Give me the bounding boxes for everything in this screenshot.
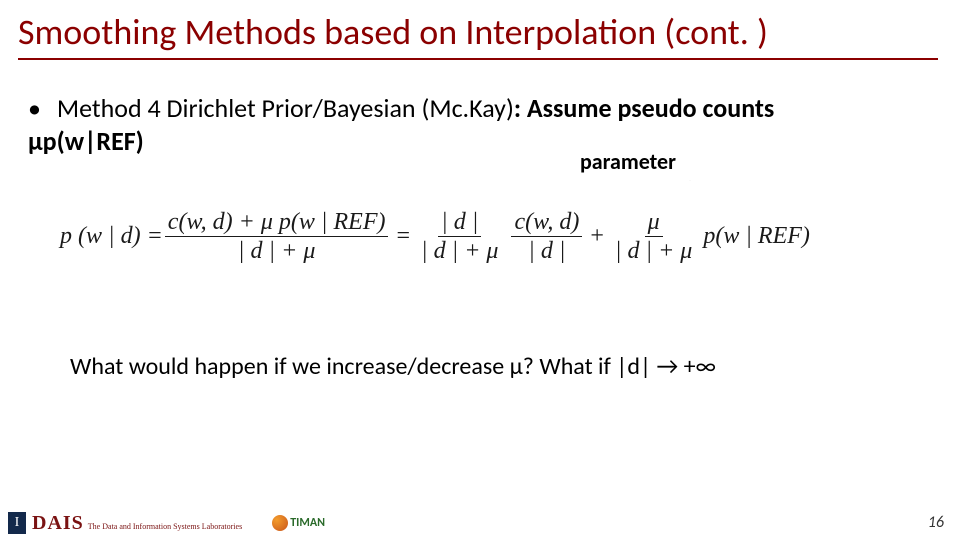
equation: p (w | d) = c(w, d) + μ p(w | REF) | d |…	[60, 210, 810, 263]
footer: I DAIS The Data and Information Systems …	[0, 506, 960, 540]
eq-frac2-den: | d | + μ	[418, 237, 501, 263]
parameter-pointer-line	[650, 180, 730, 181]
bullet-lead: Method 4 Dirichlet Prior/Bayesian (Mc.Ka…	[57, 92, 514, 124]
illinois-logo: I DAIS The Data and Information Systems …	[8, 512, 242, 535]
dais-subtitle: The Data and Information Systems Laborat…	[88, 522, 242, 531]
eq-frac4-den: | d | + μ	[612, 237, 695, 263]
eq-frac4-num: μ	[645, 210, 663, 237]
bullet-item: • Method 4 Dirichlet Prior/Bayesian (Mc.…	[28, 92, 930, 157]
slide-title: Smoothing Methods based on Interpolation…	[18, 10, 768, 54]
bullet-marker: •	[28, 92, 41, 125]
dais-logo: DAIS The Data and Information Systems La…	[32, 512, 242, 535]
bullet-line2: μp(w|REF)	[28, 125, 144, 157]
eq-frac2: | d | | d | + μ	[418, 210, 501, 263]
bullet-colon: :	[514, 92, 527, 124]
bullet-bold-tail: Assume pseudo counts	[527, 92, 774, 124]
question-text: What would happen if we increase/decreas…	[70, 352, 716, 381]
eq-frac4: μ | d | + μ	[612, 210, 695, 263]
dais-text: DAIS	[32, 512, 84, 535]
illinois-i-icon: I	[8, 512, 26, 534]
eq-frac3: c(w, d) | d |	[511, 210, 582, 263]
eq-frac1: c(w, d) + μ p(w | REF) | d | + μ	[165, 210, 389, 263]
parameter-label: parameter	[580, 148, 676, 175]
eq-frac2-num: | d |	[438, 210, 481, 237]
eq-tail: p(w | REF)	[703, 223, 810, 250]
eq-frac1-num: c(w, d) + μ p(w | REF)	[165, 210, 389, 237]
eq-frac3-num: c(w, d)	[511, 210, 582, 237]
eq-frac1-den: | d | + μ	[235, 237, 318, 263]
eq-lhs: p (w | d) =	[60, 223, 163, 250]
timan-dot-icon	[272, 515, 288, 531]
title-underline	[18, 58, 938, 60]
timan-text: TIMAN	[290, 516, 325, 530]
timan-logo: TIMAN	[272, 513, 332, 533]
page-number: 16	[928, 513, 944, 532]
eq-frac3-den: | d |	[525, 237, 568, 263]
eq-plus: +	[590, 223, 604, 250]
eq-equals2: =	[396, 223, 410, 250]
